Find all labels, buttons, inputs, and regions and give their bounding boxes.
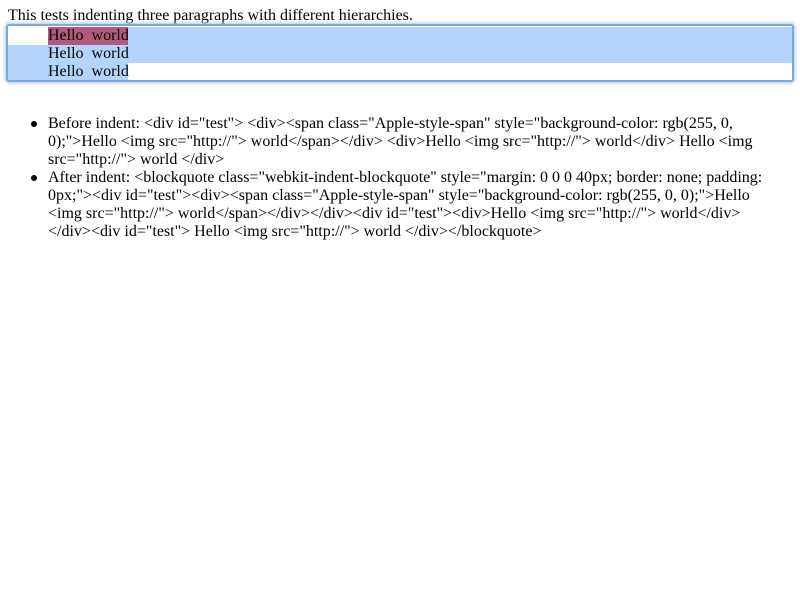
list-item: After indent: <blockquote class="webkit-… xyxy=(0,169,800,241)
test-description: This tests indenting three paragraphs wi… xyxy=(8,7,413,24)
after-indent-text: After indent: <blockquote class="webkit-… xyxy=(48,169,763,240)
selection-highlight xyxy=(128,27,792,45)
list-item: Before indent: <div id="test"> <div><spa… xyxy=(0,115,800,169)
before-indent-text: Before indent: <div id="test"> <div><spa… xyxy=(48,115,753,168)
editor-line-1[interactable]: Hello world xyxy=(8,27,792,45)
editor-line-text: Hello world xyxy=(48,45,129,62)
editor-line-2[interactable]: Hello world xyxy=(8,45,792,63)
editor-line-text: Hello world xyxy=(48,63,129,80)
bullet-icon xyxy=(31,175,37,181)
results-list: Before indent: <div id="test"> <div><spa… xyxy=(0,115,800,241)
bullet-icon xyxy=(31,121,37,127)
editor-line-3[interactable]: Hello world xyxy=(8,63,129,80)
editor-line-text: Hello world xyxy=(48,27,129,45)
editable-area[interactable]: Hello world Hello world Hello world xyxy=(6,24,794,82)
indent-gap xyxy=(8,27,48,45)
